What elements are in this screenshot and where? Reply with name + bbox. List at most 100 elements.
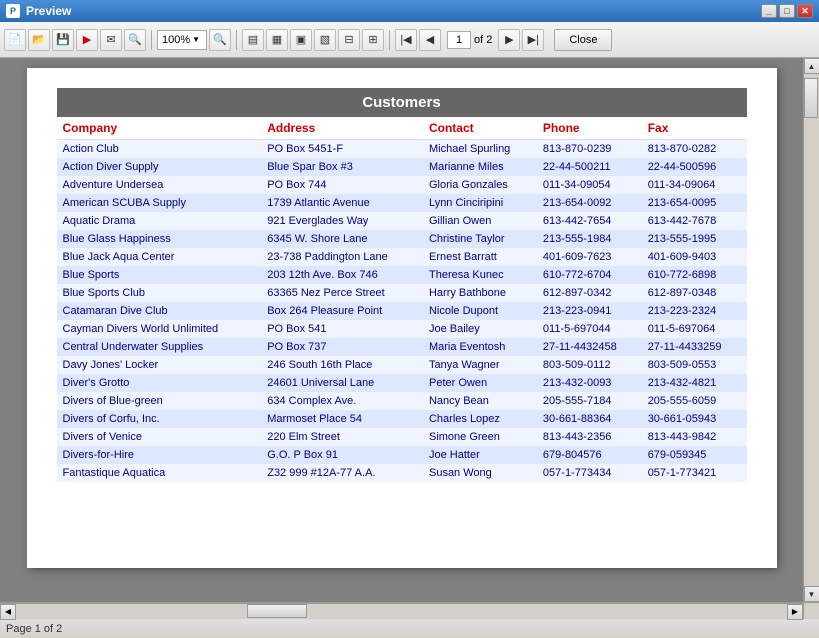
first-page-button[interactable]: |◀ [395,29,417,51]
cell-company: Blue Sports [57,266,262,284]
cell-company: Adventure Undersea [57,176,262,194]
cell-phone: 27-11-4432458 [537,338,642,356]
cell-company: Divers of Corfu, Inc. [57,410,262,428]
separator-3 [389,30,390,50]
cell-company: Davy Jones' Locker [57,356,262,374]
title-bar-controls[interactable]: _ □ ✕ [761,4,813,18]
col-address: Address [261,117,423,140]
cell-fax: 213-223-2324 [642,302,747,320]
mail-button[interactable]: ✉ [100,29,122,51]
cell-contact: Christine Taylor [423,230,537,248]
cell-fax: 613-442-7678 [642,212,747,230]
open-button[interactable]: 📂 [28,29,50,51]
cell-company: Catamaran Dive Club [57,302,262,320]
cell-company: Blue Sports Club [57,284,262,302]
scroll-thumb-h[interactable] [247,604,307,618]
window-title: Preview [26,4,71,18]
table-row: Central Underwater SuppliesPO Box 737Mar… [57,338,747,356]
minimize-button[interactable]: _ [761,4,777,18]
table-header-row: Company Address Contact Phone Fax [57,117,747,140]
toolbar: 📄 📂 💾 ▶ ✉ 🔍 100% ▼ 🔍 ▤ ▦ ▣ ▧ ⊟ ⊞ |◀ ◀ 1 … [0,22,819,58]
cell-phone: 610-772-6704 [537,266,642,284]
cell-contact: Peter Owen [423,374,537,392]
horizontal-scrollbar[interactable]: ◀ ▶ [0,603,803,619]
cell-phone: 205-555-7184 [537,392,642,410]
cell-fax: 27-11-4433259 [642,338,747,356]
title-bar: P Preview _ □ ✕ [0,0,819,22]
table-row: Aquatic Drama921 Everglades WayGillian O… [57,212,747,230]
view-btn-1[interactable]: ▤ [242,29,264,51]
table-row: Divers of Corfu, Inc.Marmoset Place 54Ch… [57,410,747,428]
cell-fax: 011-5-697064 [642,320,747,338]
maximize-button[interactable]: □ [779,4,795,18]
cell-address: 634 Complex Ave. [261,392,423,410]
pdf-button[interactable]: ▶ [76,29,98,51]
table-row: American SCUBA Supply1739 Atlantic Avenu… [57,194,747,212]
content-area[interactable]: Customers Company Address Contact Phone … [0,58,803,602]
cell-fax: 612-897-0348 [642,284,747,302]
close-report-button[interactable]: Close [554,29,612,51]
cell-contact: Nicole Dupont [423,302,537,320]
table-row: Blue Glass Happiness6345 W. Shore LaneCh… [57,230,747,248]
cell-company: Divers of Venice [57,428,262,446]
cell-contact: Susan Wong [423,464,537,482]
cell-phone: 612-897-0342 [537,284,642,302]
prev-page-button[interactable]: ◀ [419,29,441,51]
page-total: 2 [486,34,492,46]
cell-company: Fantastique Aquatica [57,464,262,482]
last-page-button[interactable]: ▶| [522,29,544,51]
col-fax: Fax [642,117,747,140]
zoom-display[interactable]: 100% ▼ [157,30,207,50]
cell-address: 246 South 16th Place [261,356,423,374]
scroll-thumb-v[interactable] [804,78,818,118]
view-btn-4[interactable]: ▧ [314,29,336,51]
new-button[interactable]: 📄 [4,29,26,51]
cell-address: 203 12th Ave. Box 746 [261,266,423,284]
cell-address: PO Box 744 [261,176,423,194]
find-button[interactable]: 🔍 [124,29,146,51]
page-navigation: 1 of 2 [447,31,492,49]
scroll-left-arrow[interactable]: ◀ [0,604,16,620]
page-number-input[interactable]: 1 [447,31,471,49]
cell-company: Divers of Blue-green [57,392,262,410]
scroll-up-arrow[interactable]: ▲ [804,58,819,74]
next-page-button[interactable]: ▶ [498,29,520,51]
cell-company: Cayman Divers World Unlimited [57,320,262,338]
table-row: Fantastique AquaticaZ32 999 #12A-77 A.A.… [57,464,747,482]
cell-contact: Gillian Owen [423,212,537,230]
table-row: Catamaran Dive ClubBox 264 Pleasure Poin… [57,302,747,320]
cell-address: PO Box 541 [261,320,423,338]
cell-address: PO Box 5451-F [261,140,423,159]
scroll-track-h[interactable] [16,604,787,619]
view-btn-5[interactable]: ⊟ [338,29,360,51]
view-btn-6[interactable]: ⊞ [362,29,384,51]
cell-phone: 613-442-7654 [537,212,642,230]
vertical-scrollbar[interactable]: ▲ ▼ [803,58,819,602]
cell-company: American SCUBA Supply [57,194,262,212]
cell-contact: Nancy Bean [423,392,537,410]
cell-fax: 057-1-773421 [642,464,747,482]
table-row: Diver's Grotto24601 Universal LanePeter … [57,374,747,392]
zoom-out-button[interactable]: 🔍 [209,29,231,51]
cell-contact: Marianne Miles [423,158,537,176]
save-button[interactable]: 💾 [52,29,74,51]
zoom-dropdown-icon[interactable]: ▼ [192,35,200,44]
scroll-track-v[interactable] [804,74,819,586]
main-area: Customers Company Address Contact Phone … [0,58,819,602]
table-row: Divers of Blue-green634 Complex Ave.Nanc… [57,392,747,410]
cell-company: Action Club [57,140,262,159]
scroll-down-arrow[interactable]: ▼ [804,586,819,602]
report-title: Customers [57,88,747,117]
table-row: Blue Sports203 12th Ave. Box 746Theresa … [57,266,747,284]
cell-phone: 213-223-0941 [537,302,642,320]
report-table: Company Address Contact Phone Fax Action… [57,117,747,482]
cell-fax: 813-443-9842 [642,428,747,446]
view-btn-3[interactable]: ▣ [290,29,312,51]
table-row: Blue Sports Club63365 Nez Perce StreetHa… [57,284,747,302]
view-btn-2[interactable]: ▦ [266,29,288,51]
cell-fax: 205-555-6059 [642,392,747,410]
cell-address: Marmoset Place 54 [261,410,423,428]
table-row: Cayman Divers World UnlimitedPO Box 541J… [57,320,747,338]
window-close-button[interactable]: ✕ [797,4,813,18]
scroll-right-arrow[interactable]: ▶ [787,604,803,620]
